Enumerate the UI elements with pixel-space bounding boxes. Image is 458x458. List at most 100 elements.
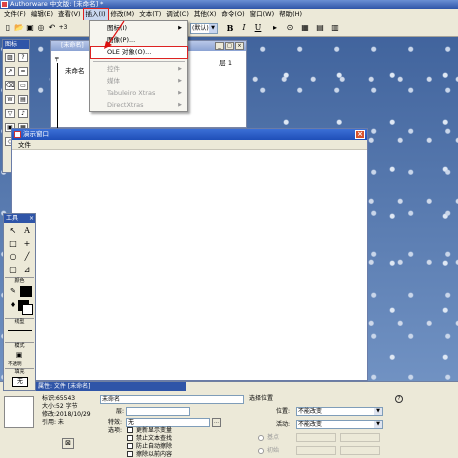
flowline-start-icon: ╤ xyxy=(55,55,59,62)
motion-icon[interactable]: ↗ xyxy=(5,67,15,76)
movie-icon[interactable]: ▤ xyxy=(18,95,28,104)
tools-title: 工具 xyxy=(6,215,19,222)
layer-field[interactable] xyxy=(126,407,190,416)
initial-y-field[interactable] xyxy=(340,446,380,455)
prevent-text-search-checkbox[interactable] xyxy=(127,435,133,441)
bold-button[interactable]: B xyxy=(225,23,235,33)
flowline-level: 层 1 xyxy=(219,59,232,67)
presentation-window-icon xyxy=(14,131,21,138)
fill-section-label: 填充 xyxy=(5,368,34,375)
map-icon[interactable]: ▭ xyxy=(18,81,28,90)
mode-value: 不透明 xyxy=(8,362,22,367)
close-icon[interactable]: × xyxy=(235,42,244,50)
close-icon[interactable]: × xyxy=(29,214,34,223)
knowledge-objects-icon[interactable]: ▥ xyxy=(330,23,340,33)
interaction-icon[interactable]: ? xyxy=(18,53,28,62)
underline-button[interactable]: U xyxy=(253,23,263,33)
sound-icon[interactable]: ♪ xyxy=(18,109,28,118)
maximize-icon[interactable]: □ xyxy=(225,42,234,50)
insert-menu-directxtras[interactable]: DirectXtras ▶ xyxy=(91,100,187,111)
stroke-color-swatch[interactable] xyxy=(20,286,32,297)
minimize-icon[interactable]: _ xyxy=(215,42,224,50)
line-tool-icon[interactable]: ╱ xyxy=(21,252,33,262)
pen-color-icon[interactable]: ✎ xyxy=(7,286,19,296)
pointer-tool-icon[interactable]: ↖ xyxy=(7,226,19,236)
oval-tool-icon[interactable]: ○ xyxy=(7,252,19,262)
menu-other[interactable]: 其他(X) xyxy=(192,9,219,20)
new-file-icon[interactable]: ▯ xyxy=(3,23,13,33)
menu-help[interactable]: 帮助(H) xyxy=(277,9,304,20)
menu-edit[interactable]: 编辑(E) xyxy=(29,9,55,20)
menu-view[interactable]: 查看(V) xyxy=(56,9,83,20)
initial-x-field[interactable] xyxy=(296,446,336,455)
menu-file[interactable]: 文件(F) xyxy=(2,9,28,20)
menu-text[interactable]: 文本(T) xyxy=(137,9,163,20)
open-icon[interactable]: ⊠ xyxy=(62,438,74,449)
app-title: Authorware 中文版: [未命名] * xyxy=(10,0,104,8)
erase-icon[interactable]: ⌫ xyxy=(5,81,15,90)
properties-panel: 属性: 文件 [未命名] 标识:65543 大小:52 字节 修改:2018/1… xyxy=(0,381,458,458)
calculation-icon[interactable]: = xyxy=(18,67,28,76)
menu-commands[interactable]: 命令(O) xyxy=(219,9,246,20)
red-arrow-annotation xyxy=(104,20,125,49)
prevent-auto-erase-checkbox[interactable] xyxy=(127,443,133,449)
insert-menu-media[interactable]: 媒体 ▶ xyxy=(91,76,187,87)
prevent-text-search-label: 禁止文本查找 xyxy=(136,435,173,442)
presentation-title: 演示窗口 xyxy=(23,130,49,138)
polygon-tool-icon[interactable]: ⊿ xyxy=(21,265,33,275)
submenu-arrow-icon: ▶ xyxy=(178,66,182,72)
base-point-radio[interactable] xyxy=(258,435,264,441)
insert-menu-tabuleiro-xtras[interactable]: Tabuleiro Xtras ▶ xyxy=(91,88,187,99)
flowline-title: [未命名] xyxy=(61,42,84,49)
menu-separator xyxy=(93,61,185,62)
text-style-combo[interactable]: (默认) ▼ xyxy=(190,23,218,34)
submenu-arrow-icon: ▶ xyxy=(178,78,182,84)
fill-value[interactable]: 无 xyxy=(12,377,28,387)
close-icon[interactable]: × xyxy=(355,130,365,139)
initial-radio[interactable] xyxy=(258,448,264,454)
italic-button[interactable]: I xyxy=(239,23,249,33)
app-icon xyxy=(1,1,8,8)
base-point-y-field[interactable] xyxy=(340,433,380,442)
name-field[interactable]: 未命名 xyxy=(100,395,244,404)
base-point-x-field[interactable] xyxy=(296,433,336,442)
base-point-label: 基点 xyxy=(267,434,280,441)
control-panel-icon[interactable]: ⊙ xyxy=(285,23,295,33)
import-icon[interactable]: ◎ xyxy=(36,23,46,33)
effect-field[interactable]: 无 xyxy=(126,418,210,427)
effect-browse-button[interactable]: … xyxy=(212,418,221,427)
open-file-icon[interactable]: 📂 xyxy=(14,23,24,33)
functions-icon[interactable]: ▦ xyxy=(300,23,310,33)
display-icon[interactable]: ▨ xyxy=(5,53,15,62)
update-variables-checkbox[interactable] xyxy=(127,427,133,433)
undo-icon[interactable]: ↶ xyxy=(47,23,57,33)
position-select[interactable]: 不能改变 ▼ xyxy=(296,407,383,416)
text-style-value: (默认) xyxy=(192,25,209,32)
insert-menu-controls[interactable]: 控件 ▶ xyxy=(91,64,187,75)
mode-icon[interactable]: ▣ xyxy=(13,350,25,360)
tools-panel: 工具 × ↖ A □ + ○ ╱ ▢ ⊿ 颜色 ✎ ♦ 线型 模式 ▣ 不透明 … xyxy=(3,213,36,391)
presentation-menu-file[interactable]: 文件 xyxy=(18,141,31,149)
menubar: 文件(F) 编辑(E) 查看(V) 插入(I) 修改(M) 文本(T) 调试(C… xyxy=(0,8,458,21)
help-icon[interactable]: ? xyxy=(395,395,403,403)
variables-icon[interactable]: ▤ xyxy=(315,23,325,33)
chevron-down-icon: ▼ xyxy=(374,421,382,428)
rectangle-tool-icon[interactable]: □ xyxy=(7,239,19,249)
navigate-icon[interactable]: ▽ xyxy=(5,109,15,118)
line-style-sample[interactable] xyxy=(8,330,32,331)
menu-debug[interactable]: 调试(C) xyxy=(164,9,191,20)
background-color-swatch[interactable] xyxy=(22,304,33,315)
crosshair-tool-icon[interactable]: + xyxy=(21,239,33,249)
text-tool-icon[interactable]: A xyxy=(21,226,33,236)
chevron-down-icon: ▼ xyxy=(374,408,382,415)
run-icon[interactable]: ▸ xyxy=(270,23,280,33)
active-select[interactable]: 不能改变 ▼ xyxy=(296,420,383,429)
modified-label: 修改:2018/10/29 xyxy=(42,411,91,418)
rounded-rect-tool-icon[interactable]: ▢ xyxy=(7,265,19,275)
menu-window[interactable]: 窗口(W) xyxy=(248,9,277,20)
flowline-item-label: 未命名 xyxy=(65,67,85,75)
save-icon[interactable]: ▣ xyxy=(25,23,35,33)
reference-label: 引用: 未 xyxy=(42,419,64,426)
wait-icon[interactable]: W xyxy=(5,95,15,104)
erase-previous-checkbox[interactable] xyxy=(127,451,133,457)
